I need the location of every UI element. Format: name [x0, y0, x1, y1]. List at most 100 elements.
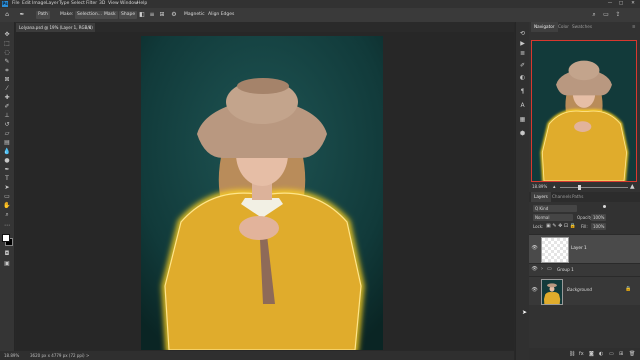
- blur-tool-icon[interactable]: 💧: [2, 148, 12, 156]
- background-layer-name[interactable]: Background: [567, 287, 592, 292]
- layer-kind-filter[interactable]: Q Kind: [533, 205, 577, 212]
- visibility-eye-icon[interactable]: 👁: [531, 245, 538, 252]
- home-icon[interactable]: ⌂: [3, 11, 11, 19]
- menu-filter[interactable]: Filter: [86, 1, 97, 7]
- more-tools-icon[interactable]: ⋯: [2, 222, 12, 230]
- eyedropper-tool-icon[interactable]: ⁄: [2, 85, 12, 93]
- visibility-eye-icon[interactable]: 👁: [531, 266, 538, 273]
- hand-tool-icon[interactable]: ✋: [2, 202, 12, 210]
- rectangle-tool-icon[interactable]: ▭: [2, 193, 12, 201]
- menu-view[interactable]: View: [108, 1, 119, 7]
- menu-3d[interactable]: 3D: [99, 1, 105, 7]
- navigator-zoom-value[interactable]: 18.89%: [532, 183, 547, 191]
- minimize-icon[interactable]: —: [605, 0, 615, 8]
- history-icon[interactable]: ⟲: [519, 30, 526, 37]
- panel-menu-icon[interactable]: ≡: [629, 22, 639, 32]
- align-edges-label[interactable]: Align Edges: [206, 11, 236, 19]
- foreground-color-swatch[interactable]: [2, 234, 10, 242]
- make-shape-button[interactable]: Shape: [119, 11, 138, 19]
- brush-settings-icon[interactable]: ✐: [519, 62, 526, 69]
- new-layer-icon[interactable]: ⊞: [619, 348, 623, 360]
- tab-layers[interactable]: Layers: [531, 192, 551, 202]
- libraries-icon[interactable]: ▦: [519, 116, 526, 123]
- adjustments-icon[interactable]: ◐: [519, 74, 526, 81]
- navigator-preview[interactable]: [531, 40, 637, 182]
- path-alignment-icon[interactable]: ≡: [148, 11, 156, 19]
- settings-gear-icon[interactable]: ⚙: [170, 11, 178, 19]
- dodge-tool-icon[interactable]: ●: [2, 157, 12, 165]
- paragraph-icon[interactable]: ¶: [519, 88, 526, 95]
- menu-window[interactable]: Window: [120, 1, 138, 7]
- zoom-slider-thumb[interactable]: [578, 185, 581, 190]
- close-icon[interactable]: ✕: [628, 0, 638, 8]
- pen-tool-icon[interactable]: ✒: [2, 166, 12, 174]
- layer-row-background[interactable]: 👁 Background 🔒: [529, 276, 640, 305]
- clone-stamp-tool-icon[interactable]: ⊥: [2, 112, 12, 120]
- fx-icon[interactable]: fx: [579, 348, 584, 360]
- crop-tool-icon[interactable]: ⌗: [2, 67, 12, 75]
- path-select-tool-icon[interactable]: ➤: [2, 184, 12, 192]
- search-icon[interactable]: ⌕: [590, 11, 598, 19]
- type-tool-icon[interactable]: T: [2, 175, 12, 183]
- status-menu-arrow[interactable]: >: [86, 351, 89, 360]
- workspace-icon[interactable]: ▭: [602, 11, 610, 19]
- maximize-icon[interactable]: □: [616, 0, 626, 8]
- quick-mask-icon[interactable]: ◘: [2, 250, 12, 258]
- layer-row-layer-1[interactable]: 👁 Layer 1: [529, 234, 640, 263]
- zoom-slider[interactable]: [560, 185, 628, 190]
- menu-file[interactable]: File: [12, 1, 20, 7]
- document-image[interactable]: [141, 36, 383, 350]
- lasso-tool-icon[interactable]: ◌: [2, 49, 12, 57]
- adjustment-layer-icon[interactable]: ◐: [599, 348, 603, 360]
- menu-image[interactable]: Image: [32, 1, 46, 7]
- gradient-tool-icon[interactable]: ▤: [2, 139, 12, 147]
- tab-paths[interactable]: Paths: [569, 192, 586, 202]
- opacity-input[interactable]: 100%: [591, 214, 607, 221]
- menu-type[interactable]: Type: [59, 1, 69, 7]
- menu-help[interactable]: Help: [137, 1, 147, 7]
- menu-edit[interactable]: Edit: [22, 1, 31, 7]
- group-expand-icon[interactable]: ›: [541, 266, 543, 273]
- path-arrangement-icon[interactable]: ⊞: [158, 11, 166, 19]
- move-tool-icon[interactable]: ✥: [2, 31, 12, 39]
- make-mask-button[interactable]: Mask: [102, 11, 118, 19]
- tab-navigator[interactable]: Navigator: [531, 22, 558, 32]
- menu-layer[interactable]: Layer: [46, 1, 59, 7]
- add-mask-icon[interactable]: ◙: [589, 348, 594, 360]
- zoom-tool-icon[interactable]: ⌕: [2, 211, 12, 219]
- pen-tool-icon[interactable]: ✒: [18, 11, 26, 19]
- document-tab[interactable]: Lolyana.psd @ 19% (Layer 1, RGB/8) *: [16, 23, 95, 39]
- actions-icon[interactable]: ▶: [519, 40, 526, 47]
- share-icon[interactable]: ⇪: [614, 11, 622, 19]
- tab-swatches[interactable]: Swatches: [569, 22, 595, 32]
- zoom-in-icon[interactable]: ▲: [630, 183, 635, 191]
- link-layers-icon[interactable]: ⛓: [569, 348, 575, 360]
- glyphs-icon[interactable]: A: [519, 102, 526, 109]
- delete-layer-icon[interactable]: 🗑: [629, 348, 635, 360]
- group-1-name[interactable]: Group 1: [557, 266, 574, 273]
- zoom-readout[interactable]: 18.89%: [4, 351, 19, 360]
- history-brush-tool-icon[interactable]: ↺: [2, 121, 12, 129]
- path-operations-icon[interactable]: ◧: [138, 11, 146, 19]
- properties-icon[interactable]: ≣: [519, 50, 526, 57]
- layer-1-name[interactable]: Layer 1: [571, 245, 587, 250]
- styles-icon[interactable]: ⬢: [519, 130, 526, 137]
- new-group-icon[interactable]: ▭: [609, 348, 614, 360]
- magnetic-checkbox-label[interactable]: Magnetic: [182, 11, 207, 19]
- tab-close-icon[interactable]: ×: [88, 23, 91, 32]
- blend-mode-select[interactable]: Normal: [533, 214, 573, 221]
- mode-dropdown[interactable]: Path: [36, 11, 50, 19]
- visibility-eye-icon[interactable]: 👁: [531, 287, 538, 294]
- screen-mode-icon[interactable]: ▣: [2, 260, 12, 268]
- quick-select-tool-icon[interactable]: ✎: [2, 58, 12, 66]
- zoom-out-icon[interactable]: ▴: [553, 183, 556, 191]
- brush-tool-icon[interactable]: ✐: [2, 103, 12, 111]
- layer-row-group-1[interactable]: 👁 › ▭ Group 1: [529, 263, 640, 276]
- lock-icons[interactable]: ▣ ✎ ✥ ⊡ 🔒: [546, 223, 576, 230]
- frame-tool-icon[interactable]: ⊠: [2, 76, 12, 84]
- healing-brush-tool-icon[interactable]: ✚: [2, 94, 12, 102]
- fill-input[interactable]: 100%: [591, 223, 607, 230]
- filter-toggle[interactable]: [603, 205, 606, 208]
- eraser-tool-icon[interactable]: ▱: [2, 130, 12, 138]
- marquee-tool-icon[interactable]: ⬚: [2, 40, 12, 48]
